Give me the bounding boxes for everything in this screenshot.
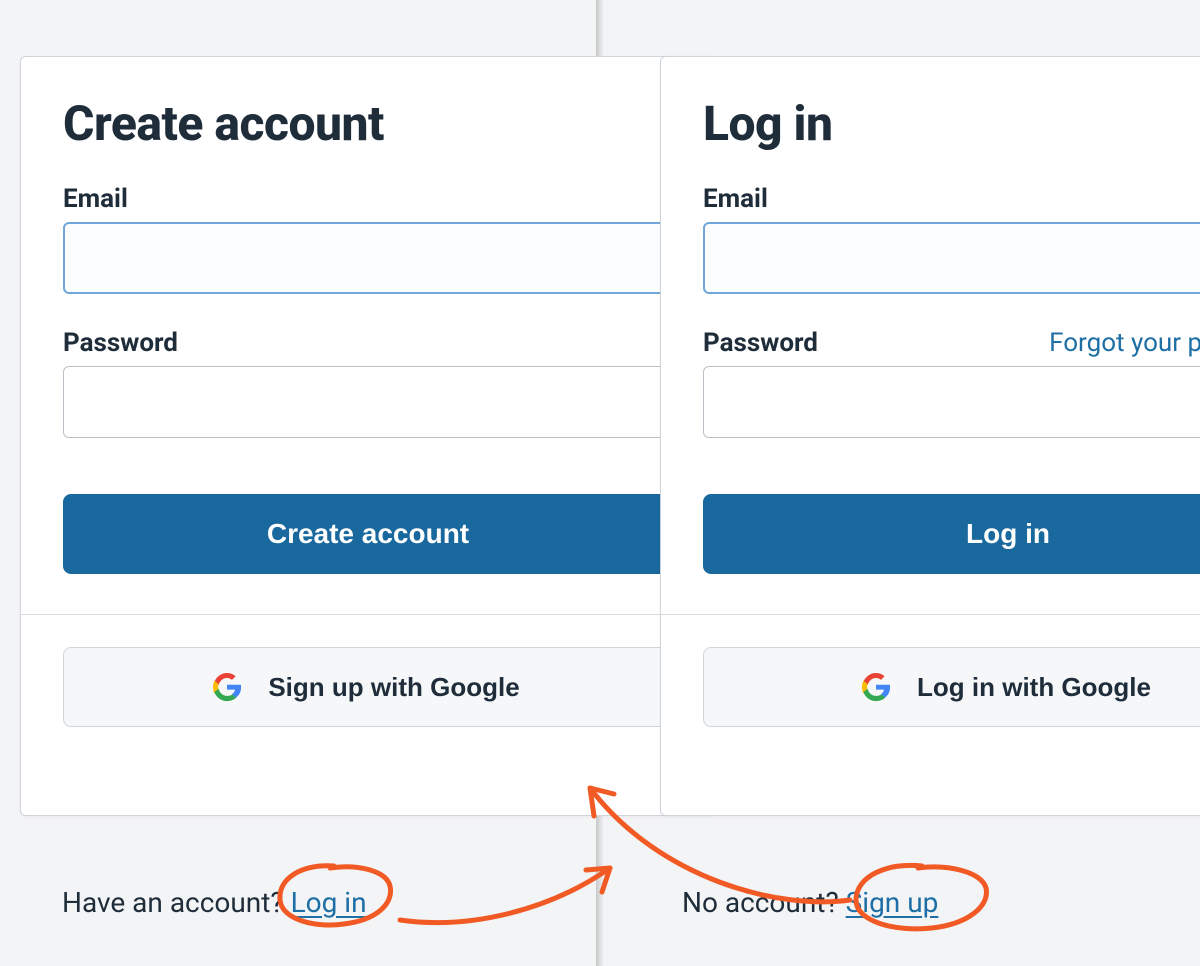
login-email-label: Email	[703, 184, 768, 214]
login-password-label: Password	[703, 328, 818, 358]
go-to-login-link[interactable]: Log in	[291, 886, 367, 919]
login-with-google-button[interactable]: Log in with Google	[703, 647, 1200, 727]
no-account-text: No account?	[682, 886, 846, 919]
have-account-text: Have an account?	[62, 886, 291, 919]
login-google-label: Log in with Google	[917, 672, 1151, 703]
signup-with-google-button[interactable]: Sign up with Google	[63, 647, 673, 727]
login-button[interactable]: Log in	[703, 494, 1200, 574]
create-account-button[interactable]: Create account	[63, 494, 673, 574]
signup-google-label: Sign up with Google	[268, 672, 519, 703]
signup-card-divider	[21, 614, 715, 615]
login-email-input[interactable]	[703, 222, 1200, 294]
signup-card: Create account Email Password Create acc…	[20, 56, 716, 816]
go-to-signup-link[interactable]: Sign up	[846, 886, 939, 919]
signup-title: Create account	[63, 95, 715, 152]
have-account-footer: Have an account? Log in	[62, 886, 367, 919]
login-card-divider	[661, 614, 1200, 615]
google-icon	[861, 672, 891, 702]
signup-email-input[interactable]	[63, 222, 673, 294]
login-title: Log in	[703, 95, 1200, 152]
signup-password-label: Password	[63, 328, 178, 358]
login-card: Log in Email Password Forgot your passwo…	[660, 56, 1200, 816]
signup-email-label: Email	[63, 184, 128, 214]
forgot-password-link[interactable]: Forgot your password?	[1049, 328, 1200, 358]
no-account-footer: No account? Sign up	[682, 886, 938, 919]
login-password-input[interactable]	[703, 366, 1200, 438]
signup-password-input[interactable]	[63, 366, 673, 438]
google-icon	[212, 672, 242, 702]
